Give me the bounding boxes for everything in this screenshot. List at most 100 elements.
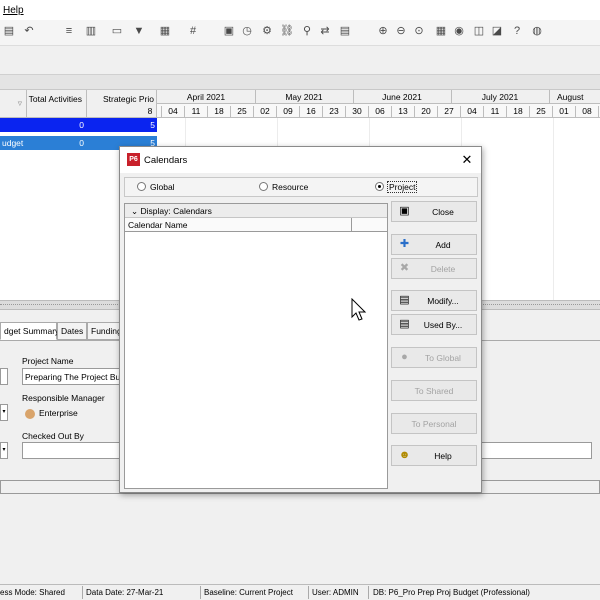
zoom-out-icon[interactable]: ⊖ [394, 24, 408, 38]
schedule-icon[interactable]: ◷ [240, 24, 254, 38]
filter-icon[interactable]: ▼ [132, 24, 146, 38]
column-divider [351, 218, 352, 232]
month-divider [549, 90, 550, 104]
link-icon[interactable]: ⛓ [280, 24, 294, 38]
tab-budget-summary[interactable]: dget Summary [0, 322, 59, 340]
grid-header-name[interactable]: ▿ [0, 90, 27, 118]
display-options-bar[interactable]: ⌄ Display: Calendars [125, 204, 387, 218]
radio-global-label: Global [150, 182, 175, 192]
calendar-type-radio-group: Global Resource Project [124, 177, 478, 197]
month-july: July 2021 [481, 92, 519, 102]
week-label: 04 [461, 106, 484, 118]
week-label: 13 [392, 106, 415, 118]
close-button[interactable]: ▣ Close [391, 201, 477, 222]
target-icon[interactable]: ◉ [452, 24, 466, 38]
gantt-month-row: April 2021 May 2021 June 2021 July 2021 … [157, 90, 600, 104]
radio-global[interactable]: Global [137, 182, 175, 192]
menu-help-label: Help [3, 5, 24, 16]
week-label: 09 [277, 106, 300, 118]
paste-icon[interactable]: ▤ [2, 24, 16, 38]
week-label: 06 [369, 106, 392, 118]
checked-out-date-field[interactable] [480, 442, 592, 459]
week-label: 18 [208, 106, 231, 118]
week-label: 27 [438, 106, 461, 118]
week-label: 20 [415, 106, 438, 118]
assign-icon[interactable]: ⇄ [318, 24, 332, 38]
dialog-title-bar[interactable]: P6 Calendars ✕ [120, 147, 481, 173]
menu-help[interactable]: Help [3, 5, 24, 16]
modify-button-label: Modify... [427, 296, 459, 306]
dropdown-icon[interactable]: ▾ [0, 442, 8, 459]
report-icon[interactable]: ▣ [222, 24, 236, 38]
columns-icon[interactable]: ▥ [84, 24, 98, 38]
used-by-button[interactable]: ▤ Used By... [391, 314, 477, 335]
status-bar: ess Mode: Shared Data Date: 27-Mar-21 Ba… [0, 584, 600, 600]
row-name: udget [2, 138, 24, 148]
status-divider [82, 586, 83, 599]
comment-icon[interactable]: ◪ [490, 24, 504, 38]
view-icon[interactable]: ◫ [472, 24, 486, 38]
row-strategic-priority: 5 [150, 120, 155, 130]
globe-toolbar-icon[interactable]: ◍ [530, 24, 544, 38]
to-personal-button-label: To Personal [411, 419, 457, 429]
responsible-manager-value: Enterprise [39, 408, 78, 418]
gantt-gridline [553, 118, 554, 300]
level-icon[interactable]: ⚙ [260, 24, 274, 38]
week-label: 8 [139, 106, 162, 118]
used-by-button-label: Used By... [423, 320, 463, 330]
week-label: 04 [162, 106, 185, 118]
calendar-name-column-header[interactable]: Calendar Name [125, 218, 387, 232]
radio-project[interactable]: Project [375, 181, 418, 193]
week-label: 30 [346, 106, 369, 118]
close-door-icon: ▣ [399, 205, 410, 217]
calendar-list[interactable]: ⌄ Display: Calendars Calendar Name [124, 203, 388, 489]
project-id-field[interactable] [0, 368, 8, 385]
modify-button[interactable]: ▤ Modify... [391, 290, 477, 311]
radio-resource[interactable]: Resource [259, 182, 308, 192]
to-shared-button[interactable]: To Shared [391, 380, 477, 401]
week-label: 11 [484, 106, 507, 118]
checked-out-by-label: Checked Out By [22, 431, 84, 441]
status-baseline: Baseline: Current Project [204, 588, 293, 597]
status-data-date: Data Date: 27-Mar-21 [86, 588, 164, 597]
add-button[interactable]: ✚ Add [391, 234, 477, 255]
week-label: 11 [185, 106, 208, 118]
to-global-button[interactable]: ● To Global [391, 347, 477, 368]
grid-header-total-activities[interactable]: Total Activities [27, 90, 87, 118]
to-personal-button[interactable]: To Personal [391, 413, 477, 434]
group-icon[interactable]: ▦ [158, 24, 172, 38]
project-name-field[interactable]: Preparing The Project Bu [22, 368, 122, 385]
radio-global-icon [137, 182, 146, 191]
to-global-button-label: To Global [425, 353, 461, 363]
undo-icon[interactable]: ↶ [22, 24, 36, 38]
help-toolbar-icon[interactable]: ? [510, 24, 524, 38]
dropdown-icon[interactable]: ▾ [0, 404, 8, 421]
delete-button[interactable]: ✖ Delete [391, 258, 477, 279]
close-button-label: Close [432, 207, 454, 217]
responsible-manager-field[interactable]: Enterprise [22, 404, 122, 421]
radio-project-icon [375, 182, 384, 191]
zoom-in-icon[interactable]: ⊕ [376, 24, 390, 38]
number-icon[interactable]: # [186, 24, 200, 38]
checked-out-by-field[interactable] [22, 442, 122, 459]
row-total-activities: 0 [79, 138, 84, 148]
sort-icon: ▿ [17, 98, 22, 108]
grid-icon[interactable]: ▦ [434, 24, 448, 38]
scroll-to-icon[interactable]: ⊙ [412, 24, 426, 38]
week-label: 16 [300, 106, 323, 118]
table-row[interactable]: 0 5 [0, 118, 157, 132]
week-label: 08 [576, 106, 599, 118]
bars-icon[interactable]: ≡ [62, 24, 76, 38]
week-label: 25 [530, 106, 553, 118]
week-label: 23 [323, 106, 346, 118]
help-button[interactable]: ☻ Help [391, 445, 477, 466]
tab-dates[interactable]: Dates [57, 322, 87, 340]
radio-resource-icon [259, 182, 268, 191]
status-access-mode: ess Mode: Shared [0, 588, 65, 597]
layout-icon[interactable]: ▭ [110, 24, 124, 38]
gantt-week-row: 8 04 11 18 25 02 09 16 23 30 06 13 20 27… [148, 104, 600, 118]
dialog-close-icon[interactable]: ✕ [459, 152, 475, 168]
tab-funding[interactable]: Funding [87, 322, 123, 340]
pin-icon[interactable]: ⚲ [300, 24, 314, 38]
notes-icon[interactable]: ▤ [338, 24, 352, 38]
